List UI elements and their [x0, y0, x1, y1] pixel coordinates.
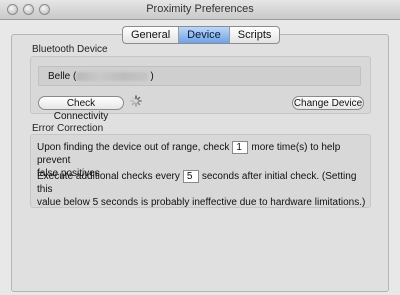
error-correction-section-title: Error Correction	[32, 123, 104, 134]
tab-device[interactable]: Device	[179, 27, 230, 43]
check-interval-input[interactable]: 5	[182, 170, 199, 183]
bluetooth-section-title: Bluetooth Device	[32, 44, 108, 55]
range-check-count-input[interactable]: 1	[232, 141, 249, 154]
tab-scripts[interactable]: Scripts	[230, 27, 280, 43]
progress-spinner-icon	[130, 95, 142, 107]
check-interval-text: Execute additional checks every 5 seconds …	[37, 170, 366, 209]
check-connectivity-button[interactable]: Check Connectivity	[38, 96, 124, 122]
change-device-button[interactable]: Change Device	[292, 96, 364, 110]
title-bar[interactable]: Proximity Preferences	[0, 0, 400, 20]
tab-general[interactable]: General	[123, 27, 180, 43]
preferences-window: Proximity Preferences General Device Scr…	[0, 0, 400, 295]
tab-bar: General Device Scripts	[122, 26, 281, 44]
device-name-field: Belle ()	[38, 66, 361, 86]
window-title: Proximity Preferences	[146, 3, 254, 15]
device-address-redacted	[76, 72, 148, 81]
